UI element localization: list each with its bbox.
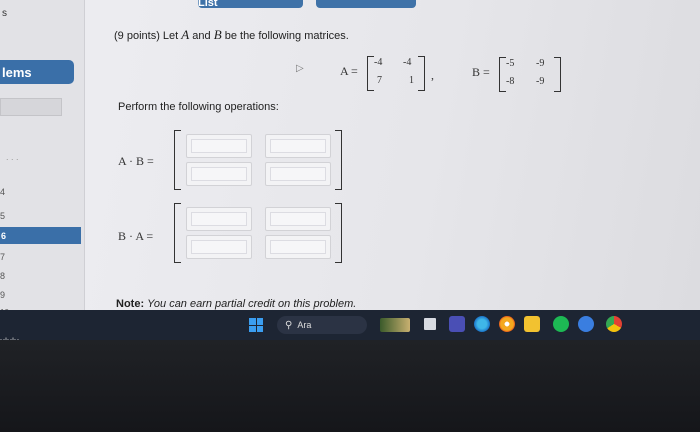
file-explorer-icon[interactable] bbox=[524, 316, 540, 332]
problem-content: (9 points) Let A and B be the following … bbox=[108, 0, 700, 310]
task-view-icon[interactable] bbox=[424, 318, 436, 330]
sidebar-search-box[interactable] bbox=[0, 98, 62, 116]
matrix-a-cell-12: -4 bbox=[403, 57, 412, 68]
note-label: Note: bbox=[116, 298, 145, 310]
matrix-a-right-bracket bbox=[418, 56, 425, 91]
matrix-b-cell-11: -5 bbox=[506, 58, 515, 69]
firefox-icon[interactable] bbox=[499, 316, 515, 332]
app-icon[interactable] bbox=[578, 316, 594, 332]
ba-answer-21[interactable] bbox=[186, 235, 252, 259]
chrome-icon[interactable] bbox=[606, 316, 622, 332]
op-ba-label: B · A = bbox=[118, 229, 154, 243]
windows-start-icon[interactable] bbox=[249, 318, 263, 332]
and-text: and bbox=[192, 30, 211, 42]
sidebar-item-7[interactable]: 7 bbox=[0, 252, 5, 262]
sidebar-ellipsis: . . . bbox=[6, 152, 19, 162]
spotify-icon[interactable] bbox=[553, 316, 569, 332]
note-text: You can earn partial credit on this prob… bbox=[147, 298, 357, 310]
matrix-a-cell-21: 7 bbox=[377, 75, 382, 86]
search-icon: ⚲ bbox=[285, 319, 293, 331]
matrix-b-cell-12: -9 bbox=[536, 58, 545, 69]
problem-page: Previous Problem List Next Problem s lem… bbox=[0, 0, 700, 317]
sidebar: s lems . . . 4 5 6 7 8 9 10 bbox=[0, 0, 85, 317]
taskbar-search-label: Ara bbox=[297, 320, 312, 330]
ba-right-bracket bbox=[335, 203, 342, 263]
problems-button[interactable]: lems bbox=[0, 60, 74, 84]
perform-instructions: Perform the following operations: bbox=[118, 101, 279, 113]
matrix-a-cell-11: -4 bbox=[374, 57, 383, 68]
var-b: B bbox=[213, 27, 222, 42]
op-ab-label: A · B = bbox=[118, 154, 154, 168]
taskbar-search[interactable]: ⚲ Ara bbox=[277, 316, 367, 334]
sidebar-item-5[interactable]: 5 bbox=[0, 211, 5, 221]
matrix-a-left-bracket bbox=[367, 56, 374, 91]
sidebar-item-6-active[interactable]: 6 bbox=[0, 227, 81, 244]
var-a: A bbox=[181, 27, 190, 42]
sidebar-corner-text: s bbox=[2, 8, 7, 19]
ba-answer-22[interactable] bbox=[265, 235, 331, 259]
widgets-icon[interactable] bbox=[380, 318, 410, 332]
ab-answer-21[interactable] bbox=[186, 162, 252, 186]
ba-answer-11[interactable] bbox=[186, 207, 252, 231]
matrix-b-right-bracket bbox=[554, 57, 561, 92]
sidebar-item-8[interactable]: 8 bbox=[0, 271, 5, 281]
matrix-a-cell-22: 1 bbox=[409, 75, 414, 86]
ab-answer-11[interactable] bbox=[186, 134, 252, 158]
screen-bezel bbox=[0, 340, 700, 432]
sidebar-item-9[interactable]: 9 bbox=[0, 290, 5, 300]
ab-left-bracket bbox=[174, 130, 181, 190]
comma: , bbox=[431, 68, 434, 82]
matrix-a-label: A = bbox=[340, 64, 358, 78]
mouse-cursor-icon: ▷ bbox=[296, 63, 304, 74]
edge-icon[interactable] bbox=[474, 316, 490, 332]
teams-icon[interactable] bbox=[449, 316, 465, 332]
intro-prefix: (9 points) Let bbox=[114, 30, 179, 42]
sidebar-item-4[interactable]: 4 bbox=[0, 187, 5, 197]
matrix-b-cell-22: -9 bbox=[536, 76, 545, 87]
matrix-b-cell-21: -8 bbox=[506, 76, 515, 87]
ba-left-bracket bbox=[174, 203, 181, 263]
ba-answer-12[interactable] bbox=[265, 207, 331, 231]
matrix-b-label: B = bbox=[472, 65, 490, 79]
ab-answer-12[interactable] bbox=[265, 134, 331, 158]
problem-statement: (9 points) Let A and B be the following … bbox=[114, 27, 349, 43]
ab-answer-22[interactable] bbox=[265, 162, 331, 186]
intro-suffix: be the following matrices. bbox=[224, 30, 349, 42]
ab-right-bracket bbox=[335, 130, 342, 190]
matrix-b-left-bracket bbox=[499, 57, 506, 92]
partial-credit-note: Note: You can earn partial credit on thi… bbox=[116, 298, 356, 310]
